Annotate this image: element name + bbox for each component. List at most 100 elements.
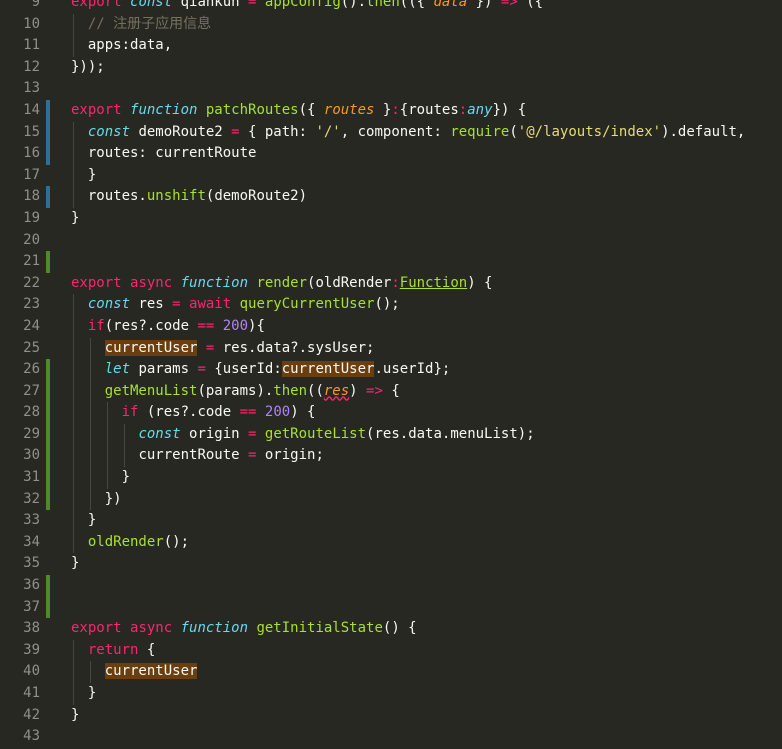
code-line[interactable]: 42} [0,705,782,727]
code-text: } [71,705,79,727]
code-line[interactable]: 25 currentUser = res.data?.sysUser; [0,337,782,360]
line-number: 16 [23,145,40,162]
code-token: currentRoute [138,447,249,464]
code-token: async [130,274,181,291]
code-line[interactable]: 29 const origin = getRouteList(res.data.m… [0,423,782,446]
line-number: 10 [23,15,40,32]
code-token: appConfig [264,0,341,10]
code-token: (({ [399,0,434,10]
code-line[interactable]: 36 [0,575,782,597]
code-text: routes.unshift(demoRoute2) [88,186,307,208]
line-number: 18 [23,188,40,205]
code-token: (( [307,382,324,399]
indent-guide [89,467,91,489]
code-token: = [197,361,215,378]
line-number: 17 [23,166,40,183]
code-line[interactable]: 28 if (res?.code == 200) { [0,402,782,424]
code-line[interactable]: 11 apps:data, [0,35,782,57]
code-editor[interactable]: 9 export const qiankun = appConfig().then… [0,0,782,748]
code-token: any [467,101,493,118]
code-line[interactable]: 33} [0,510,782,532]
code-line[interactable]: 39 return { [0,639,782,662]
code-line[interactable]: 16 routes: currentRoute [0,143,782,165]
code-line[interactable]: 23 const res = await queryCurrentUser(); [0,294,782,316]
code-line[interactable]: 10 // 注册子应用信息 [0,13,782,36]
code-token: .userId}; [374,361,451,378]
code-line[interactable]: 9 export const qiankun = appConfig().then… [0,0,782,14]
code-line[interactable]: 43 [0,726,782,748]
code-token: : [458,101,468,118]
code-token: {userId: [214,361,282,378]
code-line[interactable]: 15 const demoRoute2 = { path: '/', compon… [0,121,782,144]
code-text: currentUser [104,661,198,683]
code-line[interactable]: 35} [0,553,782,575]
code-line[interactable]: 17} [0,164,782,187]
code-line[interactable]: 19} [0,208,782,230]
code-token: , component: [340,123,451,140]
code-token: data [433,0,468,10]
code-token: => [500,0,518,10]
code-line[interactable]: 38 export async function getInitialState(… [0,618,782,640]
code-token: async [130,620,181,637]
code-token: })); [71,58,105,75]
code-token: } [87,512,97,529]
indent-guide [123,423,125,446]
line-number: 42 [23,706,40,723]
code-token: { [382,382,400,399]
code-token: oldRender [87,533,164,550]
code-text: } [88,683,96,705]
code-token: { path: [248,123,316,140]
indent-guide [73,423,74,446]
code-line[interactable]: 24 if(res?.code == 200){ [0,315,782,338]
code-line[interactable]: 41} [0,683,782,705]
code-line[interactable]: 37 [0,596,782,619]
line-number: 12 [23,58,40,75]
code-line[interactable]: 26 let params = {userId:currentUser.userI… [0,359,782,381]
code-token: (); [163,533,190,550]
line-number: 37 [23,598,40,615]
code-text: export async function getInitialState() … [71,618,417,640]
code-token: } [71,555,80,572]
code-token: } [374,101,392,118]
code-line[interactable]: 18 routes.unshift(demoRoute2) [0,186,782,208]
code-token: (res?.code [104,317,198,334]
added-line-marker [46,596,50,619]
indent-guide [123,445,125,468]
indent-guide [73,164,74,187]
modified-line-marker [46,99,50,122]
code-text: })); [71,57,105,79]
code-token: params [138,361,198,378]
code-line[interactable]: 13 [0,78,782,100]
code-line[interactable]: 32}) [0,488,782,511]
line-number: 41 [23,685,40,701]
code-line[interactable]: 34 oldRender(); [0,531,782,554]
code-token: Function [399,274,468,291]
code-token: (oldRender [307,274,392,291]
code-line[interactable]: 27 getMenuList(params).then((res) => { [0,380,782,403]
code-text: // 注册子应用信息 [88,14,211,36]
code-token: then [366,0,400,10]
code-line[interactable]: 30 currentRoute = origin; [0,445,782,468]
modified-line-marker [46,186,50,208]
code-line[interactable]: 22 export async function render(oldRender… [0,273,782,295]
code-line[interactable]: 31} [0,467,782,489]
line-number: 24 [23,317,40,334]
code-text: const demoRoute2 = { path: '/', componen… [88,122,746,144]
code-text: let params = {userId:currentUser.userId}… [105,359,451,381]
code-line[interactable]: 14 export function patchRoutes({ routes }… [0,99,782,122]
code-line[interactable]: 12})); [0,57,782,79]
code-line[interactable]: 20 [0,230,782,252]
code-token: queryCurrentUser [239,296,375,313]
line-number: 13 [23,80,40,97]
code-line[interactable]: 40 currentUser [0,661,782,683]
code-token: getRouteList [264,425,367,442]
code-token: export [71,0,131,10]
code-token: = [248,447,265,464]
highlighted-token: currentUser [104,663,198,680]
highlighted-token: currentUser [104,339,198,356]
code-token: if [121,404,147,421]
code-token: getMenuList [104,382,198,399]
code-token: unshift [146,188,206,205]
code-line[interactable]: 21 [0,251,782,273]
